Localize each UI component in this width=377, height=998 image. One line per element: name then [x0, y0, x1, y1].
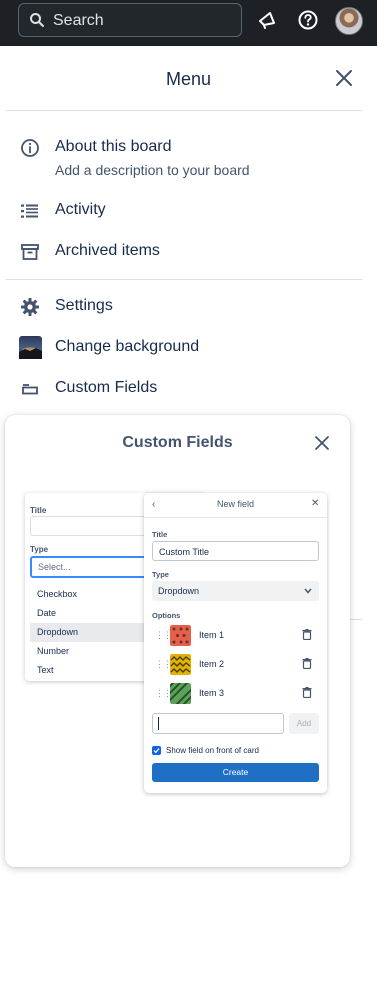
illustration-header: New field: [216, 499, 254, 509]
menu-item-activity[interactable]: Activity: [0, 193, 377, 229]
search-button[interactable]: Search: [18, 3, 242, 37]
drag-handle-icon: ⋮⋮: [155, 688, 172, 698]
checkbox-label: Show field on front of card: [166, 746, 259, 755]
close-icon[interactable]: [334, 68, 354, 88]
option-row: ⋮⋮ Item 1: [152, 624, 319, 648]
illustration-title-label: Title: [30, 506, 47, 515]
option-row: ⋮⋮ Item 2: [152, 653, 319, 677]
menu-item-change-background[interactable]: Change background: [0, 330, 377, 366]
menu-item-description: Add a description to your board: [55, 162, 250, 178]
illustration-create-button: Create: [152, 763, 319, 782]
info-icon: [21, 139, 39, 157]
illustration-add-option-input: [152, 713, 284, 734]
trash-icon: [302, 687, 312, 698]
divider: [6, 110, 362, 111]
option-swatch: [170, 654, 191, 675]
illustration-title-input: Custom Title: [152, 541, 319, 561]
drag-handle-icon: ⋮⋮: [155, 630, 172, 640]
option-row: ⋮⋮ Item 3: [152, 682, 319, 706]
illustration-type-label: Type: [152, 570, 169, 579]
divider: [144, 517, 327, 518]
text-caret: [158, 717, 159, 730]
option-label: Item 3: [199, 688, 225, 698]
divider: [6, 279, 362, 280]
menu-item-settings[interactable]: Settings: [0, 289, 377, 325]
activity-list-icon: [21, 204, 38, 218]
menu-item-custom-fields[interactable]: Custom Fields: [0, 371, 377, 407]
avatar[interactable]: [335, 7, 363, 35]
select-placeholder: Select...: [38, 562, 71, 572]
menu-item-label: Change background: [55, 338, 200, 355]
trash-icon: [302, 629, 312, 640]
popover-title: Custom Fields: [122, 434, 233, 451]
option-swatch: [170, 625, 191, 646]
check-icon: [153, 748, 160, 754]
top-bar: Search: [0, 0, 377, 46]
illustration-title-label: Title: [152, 530, 168, 539]
option-swatch: [170, 683, 191, 704]
menu-item-label: Settings: [55, 297, 113, 314]
menu-item-label: Activity: [55, 201, 106, 218]
illustration-new-field: ‹ New field ✕ Title Custom Title Type Dr…: [144, 493, 327, 793]
chevron-down-icon: [304, 588, 312, 594]
drag-handle-icon: ⋮⋮: [155, 659, 172, 669]
custom-fields-icon: [22, 384, 38, 395]
megaphone-icon[interactable]: [256, 9, 278, 31]
archive-icon: [21, 244, 39, 260]
illustration-type-label: Type: [30, 545, 49, 554]
menu-item-label: Custom Fields: [55, 379, 158, 396]
help-icon[interactable]: [297, 9, 319, 31]
close-icon: ✕: [311, 498, 320, 509]
background-thumbnail: [19, 336, 42, 359]
option-label: Item 1: [199, 630, 225, 640]
option-label: Item 2: [199, 659, 225, 669]
close-icon[interactable]: [314, 435, 330, 451]
gear-icon: [21, 298, 39, 316]
illustration-add-button: Add: [289, 713, 319, 734]
checkbox-checked: [152, 746, 161, 755]
divider: [350, 619, 362, 620]
menu-title: Menu: [165, 69, 212, 89]
menu-item-label: About this board: [55, 138, 172, 155]
menu-item-about-board[interactable]: About this board: [0, 130, 377, 166]
menu-item-archived[interactable]: Archived items: [0, 234, 377, 270]
search-label: Search: [53, 12, 104, 29]
search-icon: [30, 13, 44, 27]
illustration-options-label: Options: [152, 611, 181, 620]
illustration-type-select: Dropdown: [152, 581, 319, 601]
menu-item-label: Archived items: [55, 242, 160, 259]
trash-icon: [302, 658, 312, 669]
